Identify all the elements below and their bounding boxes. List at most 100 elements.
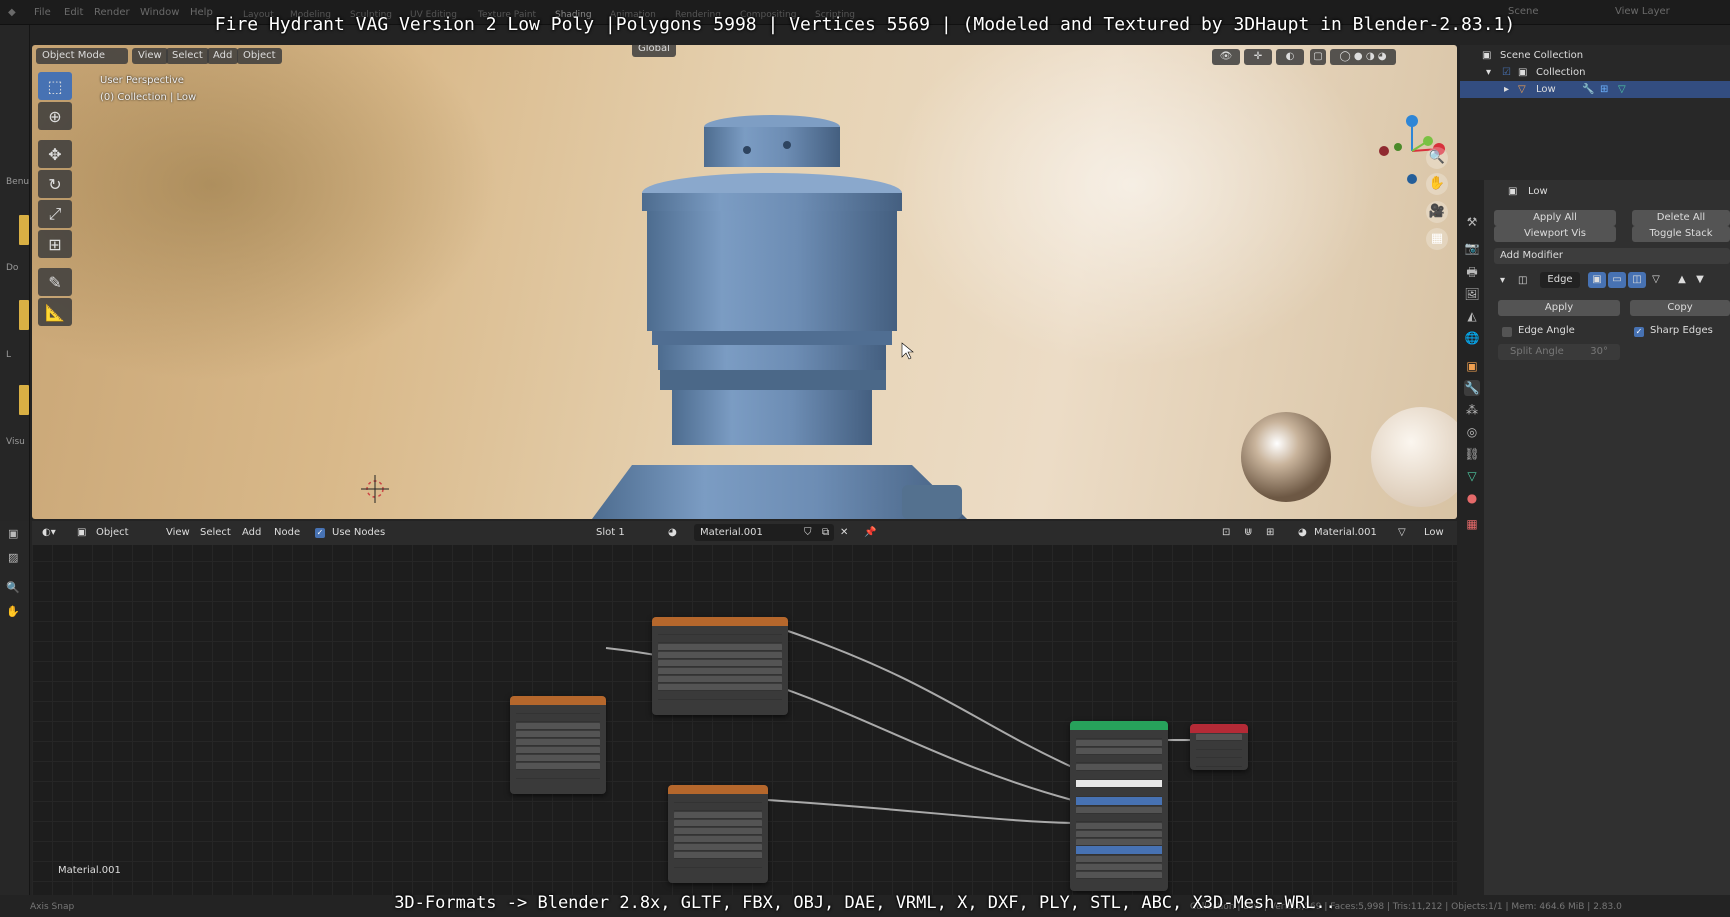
outliner-row-low[interactable]: ▸ ▽ Low 🔧 ⊞ ▽ xyxy=(1460,81,1730,98)
projection-dropdown[interactable] xyxy=(658,660,782,668)
menu-help[interactable]: Help xyxy=(190,7,213,18)
measure-tool-icon[interactable]: 📐 xyxy=(38,298,72,326)
apply-modifier-button[interactable]: Apply xyxy=(1498,300,1620,316)
workspace-tab-modeling[interactable]: Modeling xyxy=(290,10,331,20)
pan-hand-icon[interactable]: ✋ xyxy=(1426,173,1448,195)
3d-viewport[interactable]: Object Mode View Select Add Object Globa… xyxy=(32,45,1457,519)
sharp-edges-checkbox[interactable]: ✓ xyxy=(1634,327,1644,337)
transform-tool-icon[interactable]: ⊞ xyxy=(38,230,72,258)
node-header[interactable] xyxy=(652,617,788,626)
source-dropdown[interactable] xyxy=(516,755,600,763)
modifier-name-field[interactable]: Edge xyxy=(1540,272,1580,288)
viewport-menu-object[interactable]: Object xyxy=(237,48,282,64)
subsurface-field[interactable] xyxy=(1076,764,1162,772)
workspace-tab-scripting[interactable]: Scripting xyxy=(815,10,855,20)
workspace-tab-layout[interactable]: Layout xyxy=(243,10,274,20)
chevron-right-icon[interactable]: ▸ xyxy=(1504,81,1509,98)
chevron-down-icon[interactable]: ▾ xyxy=(1486,64,1491,81)
render-toggle-icon[interactable]: ◫ xyxy=(1628,272,1646,288)
image-field[interactable] xyxy=(516,723,600,731)
blender-logo-icon[interactable]: ◆ xyxy=(8,7,16,18)
visibility-icon[interactable]: 👁 xyxy=(1212,49,1240,65)
toggle-stack-button[interactable]: Toggle Stack xyxy=(1632,226,1730,242)
object-tab-icon[interactable]: ▣ xyxy=(1464,358,1480,374)
tool-tab-icon[interactable]: ⚒ xyxy=(1464,214,1480,230)
editor-type-icon[interactable]: ▣ xyxy=(8,527,18,540)
outliner-row-collection[interactable]: ▾ ☑ ▣ Collection xyxy=(1460,64,1730,81)
node-header[interactable] xyxy=(1070,721,1168,730)
add-modifier-button[interactable]: Add Modifier xyxy=(1494,248,1730,264)
chevron-down-icon[interactable]: ▾ xyxy=(1500,275,1505,286)
workspace-tab-sculpting[interactable]: Sculpting xyxy=(350,10,392,20)
physics-tab-icon[interactable]: ◎ xyxy=(1464,424,1480,440)
vertex-group-icon[interactable]: ⊞ xyxy=(1600,81,1608,98)
workspace-tab-uv-editing[interactable]: UV Editing xyxy=(410,10,457,20)
overlay-toggle-icon[interactable]: ◐ xyxy=(1276,49,1304,65)
extension-dropdown[interactable] xyxy=(674,836,762,844)
move-up-icon[interactable]: ▲ xyxy=(1674,272,1690,288)
annotate-tool-icon[interactable]: ✎ xyxy=(38,268,72,296)
view-layer-tab-icon[interactable]: 🖼 xyxy=(1464,286,1480,302)
shading-mode-icons[interactable]: ◯ ● ◑ ◕ xyxy=(1330,49,1396,65)
interpolation-dropdown[interactable] xyxy=(658,652,782,660)
ortho-grid-icon[interactable]: ▦ xyxy=(1426,228,1448,250)
menu-window[interactable]: Window xyxy=(140,7,179,18)
image-texture-node[interactable] xyxy=(510,696,606,794)
zoom-icon[interactable]: 🔍 xyxy=(1426,147,1448,169)
world-tab-icon[interactable]: 🌐 xyxy=(1464,330,1480,346)
interpolation-dropdown[interactable] xyxy=(674,820,762,828)
select-box-icon[interactable]: ⬚ xyxy=(38,72,72,100)
viewport-menu-view[interactable]: View xyxy=(132,48,168,64)
scene-selector[interactable]: Scene xyxy=(1508,6,1539,17)
subsurface-color-swatch[interactable] xyxy=(1076,779,1162,789)
sheen-field[interactable] xyxy=(1076,839,1162,847)
color-space-dropdown[interactable] xyxy=(516,763,600,771)
shader-node-editor[interactable]: ◐▾ ▣ Object View Select Add Node ✓ Use N… xyxy=(32,521,1457,895)
viewport-menu-select[interactable]: Select xyxy=(166,48,209,64)
menu-edit[interactable]: Edit xyxy=(64,7,83,18)
folder-icon[interactable] xyxy=(19,385,29,415)
workspace-tab-animation[interactable]: Animation xyxy=(610,10,656,20)
scene-tab-icon[interactable]: ◭ xyxy=(1464,308,1480,324)
source-dropdown[interactable] xyxy=(658,676,782,684)
cursor-tool-icon[interactable]: ⊕ xyxy=(38,102,72,130)
constraints-tab-icon[interactable]: ⛓ xyxy=(1464,446,1480,462)
workspace-tab-texture-paint[interactable]: Texture Paint xyxy=(478,10,536,20)
viewport-menu-add[interactable]: Add xyxy=(207,48,239,64)
node-header[interactable] xyxy=(1190,724,1248,733)
texture-tab-icon[interactable]: ▦ xyxy=(1464,516,1480,532)
menu-file[interactable]: File xyxy=(34,7,51,18)
scale-tool-icon[interactable]: ⤢ xyxy=(38,200,72,228)
rotate-tool-icon[interactable]: ↻ xyxy=(38,170,72,198)
specular-tint-field[interactable] xyxy=(1076,806,1162,814)
xray-toggle-icon[interactable]: ▢ xyxy=(1310,49,1326,65)
anisotropic-field[interactable] xyxy=(1076,823,1162,831)
extension-dropdown[interactable] xyxy=(516,747,600,755)
image-texture-node[interactable] xyxy=(652,617,788,715)
edge-angle-checkbox[interactable] xyxy=(1502,327,1512,337)
zoom-icon[interactable]: 🔍 xyxy=(6,581,20,594)
specular-slider[interactable] xyxy=(1076,796,1162,806)
cage-toggle-icon[interactable]: ▽ xyxy=(1648,272,1664,288)
outliner-row-scene-collection[interactable]: ▣ Scene Collection xyxy=(1460,47,1730,64)
viewport-toggle-icon[interactable]: ▭ xyxy=(1608,272,1626,288)
principled-bsdf-node[interactable] xyxy=(1070,721,1168,891)
delete-all-button[interactable]: Delete All xyxy=(1632,210,1730,226)
image-field[interactable] xyxy=(658,644,782,652)
node-header[interactable] xyxy=(510,696,606,705)
clearcoat-roughness-field[interactable] xyxy=(1076,863,1162,871)
node-header[interactable] xyxy=(668,785,768,794)
workspace-tab-compositing[interactable]: Compositing xyxy=(740,10,796,20)
folder-icon[interactable] xyxy=(19,300,29,330)
source-dropdown[interactable] xyxy=(674,844,762,852)
move-down-icon[interactable]: ▼ xyxy=(1692,272,1708,288)
color-space-dropdown[interactable] xyxy=(674,852,762,860)
viewport-vis-button[interactable]: Viewport Vis xyxy=(1494,226,1616,242)
image-field[interactable] xyxy=(674,812,762,820)
ior-field[interactable] xyxy=(1076,871,1162,879)
clearcoat-field[interactable] xyxy=(1076,855,1162,863)
subsurface-method-dropdown[interactable] xyxy=(1076,747,1162,755)
sheen-tint-slider[interactable] xyxy=(1076,846,1162,855)
render-tab-icon[interactable]: 📷 xyxy=(1464,240,1480,256)
split-angle-field[interactable]: Split Angle 30° xyxy=(1498,344,1620,360)
